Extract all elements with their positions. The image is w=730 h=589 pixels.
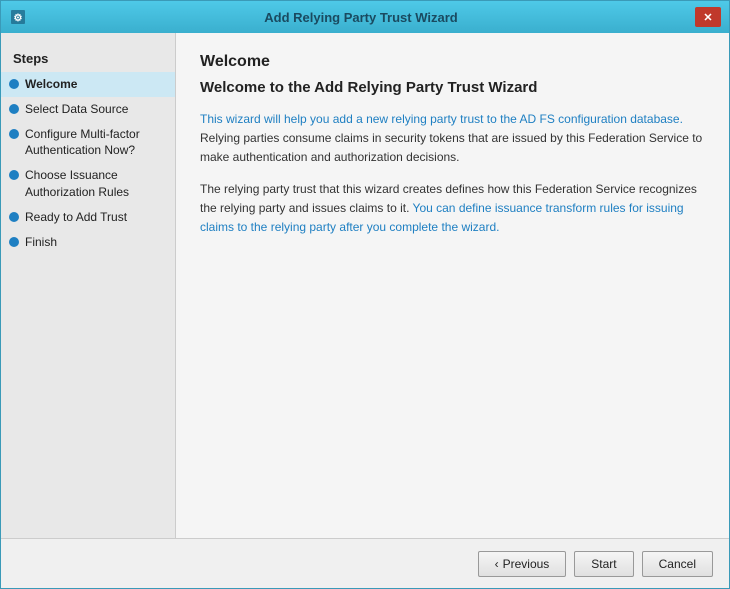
previous-label: Previous bbox=[503, 557, 550, 571]
sidebar-item-configure-multifactor[interactable]: Configure Multi-factor Authentication No… bbox=[1, 122, 175, 164]
paragraph-1-highlighted: This wizard will help you add a new rely… bbox=[200, 112, 683, 126]
sidebar-label-configure-multifactor: Configure Multi-factor Authentication No… bbox=[25, 126, 167, 160]
sidebar-item-choose-issuance[interactable]: Choose Issuance Authorization Rules bbox=[1, 163, 175, 205]
wizard-window: ⚙ Add Relying Party Trust Wizard ✕ Steps… bbox=[0, 0, 730, 589]
sidebar-label-finish: Finish bbox=[25, 234, 57, 251]
main-content: Welcome Welcome to the Add Relying Party… bbox=[176, 33, 729, 538]
start-label: Start bbox=[591, 557, 616, 571]
sidebar-item-select-data-source[interactable]: Select Data Source bbox=[1, 97, 175, 122]
svg-text:⚙: ⚙ bbox=[14, 13, 23, 24]
main-title: Welcome to the Add Relying Party Trust W… bbox=[200, 79, 705, 96]
cancel-button[interactable]: Cancel bbox=[642, 551, 713, 577]
cancel-label: Cancel bbox=[659, 557, 696, 571]
sidebar-item-ready-to-add[interactable]: Ready to Add Trust bbox=[1, 205, 175, 230]
content-area: Steps Welcome Select Data Source Configu… bbox=[1, 33, 729, 538]
step-indicator-ready-to-add bbox=[9, 212, 19, 222]
step-indicator-choose-issuance bbox=[9, 170, 19, 180]
close-button[interactable]: ✕ bbox=[695, 7, 721, 27]
step-indicator-configure-multifactor bbox=[9, 129, 19, 139]
title-bar: ⚙ Add Relying Party Trust Wizard ✕ bbox=[1, 1, 729, 33]
main-body: This wizard will help you add a new rely… bbox=[200, 110, 705, 237]
sidebar-label-welcome: Welcome bbox=[25, 76, 77, 93]
step-indicator-welcome bbox=[9, 79, 19, 89]
sidebar-label-select-data-source: Select Data Source bbox=[25, 101, 128, 118]
window-icon: ⚙ bbox=[9, 8, 27, 26]
paragraph-1-text: Relying parties consume claims in securi… bbox=[200, 131, 702, 164]
step-indicator-select-data-source bbox=[9, 104, 19, 114]
sidebar-heading: Steps bbox=[1, 43, 175, 72]
start-button[interactable]: Start bbox=[574, 551, 633, 577]
sidebar-item-finish[interactable]: Finish bbox=[1, 230, 175, 255]
footer: ‹ Previous Start Cancel bbox=[1, 538, 729, 588]
paragraph-2: The relying party trust that this wizard… bbox=[200, 180, 705, 238]
sidebar-label-ready-to-add: Ready to Add Trust bbox=[25, 209, 127, 226]
previous-button[interactable]: ‹ Previous bbox=[478, 551, 567, 577]
sidebar: Steps Welcome Select Data Source Configu… bbox=[1, 33, 176, 538]
window-title: Add Relying Party Trust Wizard bbox=[27, 10, 695, 25]
paragraph-1: This wizard will help you add a new rely… bbox=[200, 110, 705, 168]
sidebar-item-welcome[interactable]: Welcome bbox=[1, 72, 175, 97]
step-indicator-finish bbox=[9, 237, 19, 247]
page-header: Welcome bbox=[200, 53, 705, 71]
window-controls: ✕ bbox=[695, 7, 721, 27]
previous-arrow: ‹ bbox=[495, 557, 499, 571]
sidebar-label-choose-issuance: Choose Issuance Authorization Rules bbox=[25, 167, 167, 201]
window-body: Steps Welcome Select Data Source Configu… bbox=[1, 33, 729, 588]
